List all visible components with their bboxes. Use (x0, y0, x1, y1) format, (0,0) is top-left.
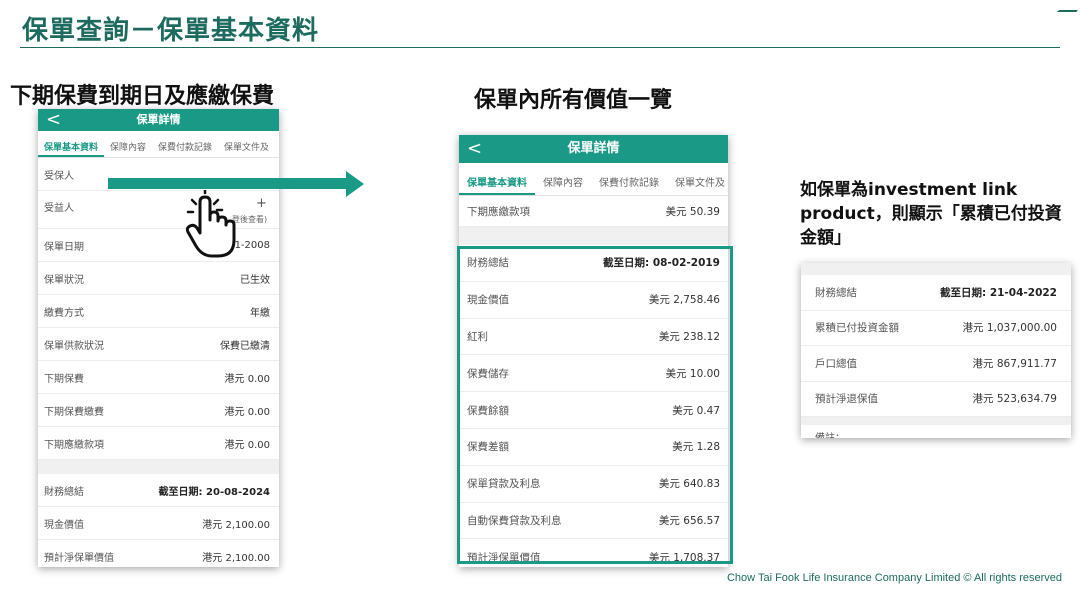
row-label: 受益人 (44, 203, 74, 214)
tab-basic-info[interactable]: 保單基本資料 (459, 163, 535, 195)
row-value: 美元 50.39 (665, 205, 720, 218)
row-value: 港元 0.00 (224, 373, 270, 385)
row-next-amount-due: 下期應繳款項 美元 50.39 (459, 196, 728, 227)
slide-title: 保單查詢－保單基本資料 (22, 16, 320, 46)
row-label: 保單供款狀況 (44, 340, 104, 352)
tab-documents[interactable]: 保單文件及 (667, 163, 728, 195)
row-label: 戶口總值 (815, 357, 857, 370)
middle-heading: 保單內所有價值一覽 (474, 88, 673, 113)
row-payment-mode: 繳費方式 年繳 (38, 295, 279, 328)
app-bar: < 保單詳情 (459, 135, 728, 163)
back-icon[interactable]: < (467, 135, 482, 163)
row-financial-summary: 財務總結 截至日期: 20-08-2024 (38, 474, 279, 507)
row-financial-summary: 財務總結 截至日期: 21-04-2022 (801, 275, 1071, 311)
row-label: 下期保費 (44, 373, 84, 385)
row-policy-status: 保單狀況 已生效 (38, 262, 279, 295)
tab-payment-records[interactable]: 保費付款記錄 (152, 131, 218, 157)
section-gap (459, 227, 728, 245)
row-value: 港元 2,100.00 (202, 552, 270, 564)
app-bar-title: 保單詳情 (567, 141, 620, 156)
section-gap (38, 460, 279, 474)
row-value: 港元 867,911.77 (972, 357, 1057, 370)
row-net-policy-value: 預計淨保單價值 港元 2,100.00 (38, 540, 279, 567)
row-label: 現金價值 (44, 519, 84, 531)
row-value: 截至日期: 20-08-2024 (158, 486, 270, 498)
section-gap (801, 417, 1071, 425)
tab-documents[interactable]: 保單文件及 (218, 131, 275, 157)
row-label: 下期應繳款項 (467, 205, 530, 218)
row-value: 已生效 (240, 274, 270, 286)
row-contribution-status: 保單供款狀況 保費已繳清 (38, 328, 279, 361)
app-bar: < 保單詳情 (38, 109, 279, 131)
row-accumulated-investment: 累積已付投資金額 港元 1,037,000.00 (801, 311, 1071, 346)
tab-coverage[interactable]: 保障內容 (535, 163, 591, 195)
tab-bar: 保單基本資料 保障內容 保費付款記錄 保單文件及 (459, 163, 728, 196)
row-value: 港元 0.00 (224, 406, 270, 418)
row-label: 下期應繳款項 (44, 439, 104, 451)
row-next-amount-due: 下期應繳款項 港元 0.00 (38, 427, 279, 460)
back-icon[interactable]: < (46, 109, 61, 131)
row-label: 受保人 (44, 170, 74, 182)
row-label: 財務總結 (815, 286, 857, 299)
highlight-box (457, 246, 733, 564)
row-net-surrender-value: 預計淨退保值 港元 523,634.79 (801, 382, 1071, 417)
row-next-premium-payment: 下期保費繳費 港元 0.00 (38, 394, 279, 427)
row-cash-value: 現金價值 港元 2,100.00 (38, 507, 279, 540)
tab-payment-records[interactable]: 保費付款記錄 (591, 163, 667, 195)
left-heading: 下期保費到期日及應繳保費 (10, 84, 275, 109)
row-value: 港元 0.00 (224, 439, 270, 451)
row-value: 保費已繳清 (220, 340, 270, 352)
row-account-value: 戶口總值 港元 867,911.77 (801, 346, 1071, 382)
callout-text: 如保單為investment link product，則顯示「累積已付投資金額… (800, 180, 1062, 248)
row-value: 港元 2,100.00 (202, 519, 270, 531)
row-label: 保單日期 (44, 241, 84, 253)
row-policy-date: 保單日期 11-2008 (38, 229, 279, 262)
row-value: 年繳 (250, 307, 270, 319)
tab-coverage[interactable]: 保障內容 (104, 131, 152, 157)
right-phone-screen: 財務總結 截至日期: 21-04-2022 累積已付投資金額 港元 1,037,00… (801, 263, 1071, 438)
arrow-head (346, 171, 364, 197)
row-label: 預計淨保單價值 (44, 552, 114, 564)
tab-bar: 保單基本資料 保障內容 保費付款記錄 保單文件及 (38, 131, 279, 158)
arrow-shaft (108, 178, 348, 189)
tab-basic-info[interactable]: 保單基本資料 (38, 131, 105, 157)
row-value: 港元 1,037,000.00 (962, 322, 1057, 335)
tap-hand-icon (185, 190, 236, 258)
row-label: 繳費方式 (44, 307, 84, 319)
section-gap (801, 263, 1071, 275)
row-next-premium: 下期保費 港元 0.00 (38, 361, 279, 394)
app-bar-title: 保單詳情 (136, 113, 181, 126)
row-label: 預計淨退保值 (815, 393, 878, 406)
row-label: 保單狀況 (44, 274, 84, 286)
cut-off-text: 備註： (801, 425, 1071, 438)
title-divider (20, 47, 1060, 48)
expand-plus-icon[interactable]: + (256, 196, 267, 211)
row-label: 財務總結 (44, 486, 84, 498)
row-value: 港元 523,634.79 (972, 393, 1057, 406)
footer-copyright: Chow Tai Fook Life Insurance Company Lim… (726, 572, 1062, 584)
row-value: 截至日期: 21-04-2022 (939, 286, 1057, 299)
corner-mark (1056, 0, 1080, 12)
row-label: 下期保費繳費 (44, 406, 104, 418)
row-label: 累積已付投資金額 (815, 322, 899, 335)
